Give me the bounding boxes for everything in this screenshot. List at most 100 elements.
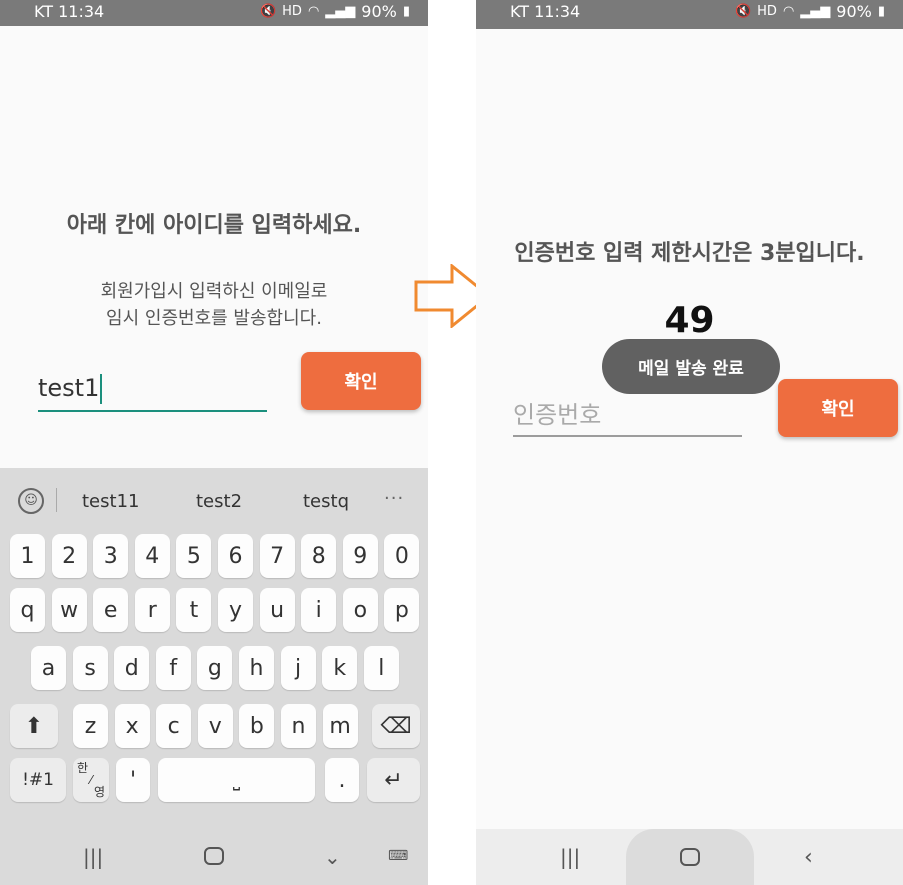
nav-bar: ||| ‹ [476, 829, 903, 885]
confirm-button[interactable]: 확인 [301, 352, 421, 410]
recents-icon[interactable]: ||| [560, 845, 580, 869]
period-key[interactable]: . [325, 758, 359, 802]
keyboard-icon[interactable]: ⌨ [388, 848, 408, 864]
letter-key-2[interactable]: c [156, 704, 192, 748]
description-line-1: 회원가입시 입력하신 이메일로 [100, 281, 328, 302]
suggestion-1[interactable]: test11 [82, 491, 139, 512]
letter-key-9[interactable]: p [384, 588, 420, 632]
letter-key-8[interactable]: o [342, 588, 378, 632]
letter-key-7[interactable]: k [322, 646, 358, 690]
phone-screen-left: KT 11:34 🔇 HD ◠ ▂▄▆ 90% ▮ 아래 칸에 아이디를 입력하… [0, 0, 428, 885]
backspace-key[interactable]: ⌫ [372, 704, 420, 748]
lang-bottom: 영 [93, 785, 105, 799]
number-key-6[interactable]: 7 [259, 534, 295, 578]
phone-screen-right: KT 11:34 🔇 HD ◠ ▂▄▆ 90% ▮ 인증번호 입력 제한시간은 … [476, 0, 903, 885]
letter-key-0[interactable]: q [10, 588, 45, 632]
letter-key-5[interactable]: n [281, 704, 316, 748]
page-title: 아래 칸에 아이디를 입력하세요. [66, 213, 362, 238]
letter-key-4[interactable]: b [239, 704, 275, 748]
number-key-1[interactable]: 2 [51, 534, 87, 578]
number-key-5[interactable]: 6 [218, 534, 253, 578]
status-carrier-time: KT 11:34 [34, 2, 105, 21]
status-carrier-time: KT 11:34 [510, 2, 581, 21]
wifi-icon: ◠ [782, 4, 795, 19]
id-input[interactable]: test1 [38, 372, 267, 412]
letter-key-1[interactable]: x [114, 704, 150, 748]
letter-key-2[interactable]: e [93, 588, 129, 632]
status-icons: 🔇 HD ◠ ▂▄▆ 90% ▮ [735, 2, 885, 21]
suggestion-3[interactable]: testq [303, 491, 349, 512]
apostrophe-key[interactable]: ' [116, 758, 150, 802]
number-key-8[interactable]: 9 [342, 534, 378, 578]
space-icon: ⎵ [232, 769, 241, 791]
toast-message: 메일 발송 완료 [602, 339, 780, 394]
id-input-value: test1 [38, 374, 100, 402]
battery-percent: 90% [836, 2, 872, 21]
letter-key-0[interactable]: z [73, 704, 108, 748]
number-key-4[interactable]: 5 [176, 534, 212, 578]
battery-icon: ▮ [402, 4, 410, 19]
battery-percent: 90% [361, 2, 397, 21]
keyboard: ☺ test11 test2 testq ··· 1234567890qwert… [0, 468, 428, 885]
letter-key-6[interactable]: j [280, 646, 316, 690]
mute-icon: 🔇 [734, 4, 752, 19]
language-key[interactable]: 한 ⁄ 영 [73, 758, 109, 802]
letter-key-3[interactable]: r [134, 588, 170, 632]
wifi-icon: ◠ [307, 4, 320, 19]
more-suggestions-button[interactable]: ··· [384, 488, 404, 509]
home-icon[interactable] [204, 847, 224, 865]
verification-code-input[interactable]: 인증번호 [513, 395, 742, 437]
code-placeholder: 인증번호 [513, 401, 602, 429]
letter-key-3[interactable]: f [155, 646, 191, 690]
recents-icon[interactable]: ||| [83, 845, 103, 869]
divider [56, 488, 57, 512]
battery-icon: ▮ [877, 4, 885, 19]
description-line-2: 임시 인증번호를 발송합니다. [106, 308, 322, 329]
countdown-timer: 49 [664, 300, 715, 341]
hd-icon: HD [282, 4, 302, 19]
number-key-7[interactable]: 8 [301, 534, 337, 578]
letter-key-7[interactable]: i [301, 588, 337, 632]
number-key-9[interactable]: 0 [384, 534, 420, 578]
number-key-0[interactable]: 1 [10, 534, 45, 578]
home-icon[interactable] [680, 848, 700, 866]
hd-icon: HD [757, 4, 777, 19]
lang-top: 한 [77, 761, 89, 775]
letter-key-1[interactable]: w [51, 588, 87, 632]
back-icon[interactable]: ‹ [804, 845, 813, 870]
number-key-2[interactable]: 3 [93, 534, 129, 578]
letter-key-0[interactable]: a [31, 646, 66, 690]
suggestion-2[interactable]: test2 [196, 491, 242, 512]
status-bar: KT 11:34 🔇 HD ◠ ▂▄▆ 90% ▮ [476, 0, 903, 29]
signal-icon: ▂▄▆ [325, 4, 356, 19]
letter-key-6[interactable]: u [259, 588, 295, 632]
enter-key[interactable]: ↵ [367, 758, 420, 802]
shift-key[interactable]: ⬆ [10, 704, 58, 748]
letter-key-4[interactable]: t [176, 588, 212, 632]
emoji-icon[interactable]: ☺ [18, 488, 44, 514]
description: 회원가입시 입력하신 이메일로 임시 인증번호를 발송합니다. [0, 278, 428, 332]
letter-key-4[interactable]: g [197, 646, 233, 690]
mute-icon: 🔇 [259, 4, 277, 19]
number-key-3[interactable]: 4 [134, 534, 170, 578]
letter-key-1[interactable]: s [72, 646, 108, 690]
letter-key-8[interactable]: l [363, 646, 399, 690]
status-icons: 🔇 HD ◠ ▂▄▆ 90% ▮ [260, 2, 410, 21]
page-title: 인증번호 입력 제한시간은 3분입니다. [514, 241, 865, 266]
letter-key-3[interactable]: v [197, 704, 233, 748]
hide-keyboard-icon[interactable]: ⌄ [324, 845, 341, 869]
symbols-key[interactable]: !#1 [10, 758, 66, 802]
letter-key-6[interactable]: m [322, 704, 358, 748]
letter-key-2[interactable]: d [114, 646, 150, 690]
letter-key-5[interactable]: y [218, 588, 253, 632]
text-caret [100, 374, 103, 404]
status-bar: KT 11:34 🔇 HD ◠ ▂▄▆ 90% ▮ [0, 0, 428, 26]
signal-icon: ▂▄▆ [800, 4, 831, 19]
letter-key-5[interactable]: h [239, 646, 274, 690]
space-key[interactable]: ⎵ [158, 758, 315, 802]
suggestion-bar: ☺ test11 test2 testq ··· [0, 468, 428, 530]
keyboard-nav-bar: ||| ⌄ ⌨ [0, 829, 428, 885]
enter-icon: ↵ [384, 767, 403, 793]
confirm-button[interactable]: 확인 [778, 379, 898, 437]
shift-icon: ⬆ [24, 713, 44, 739]
